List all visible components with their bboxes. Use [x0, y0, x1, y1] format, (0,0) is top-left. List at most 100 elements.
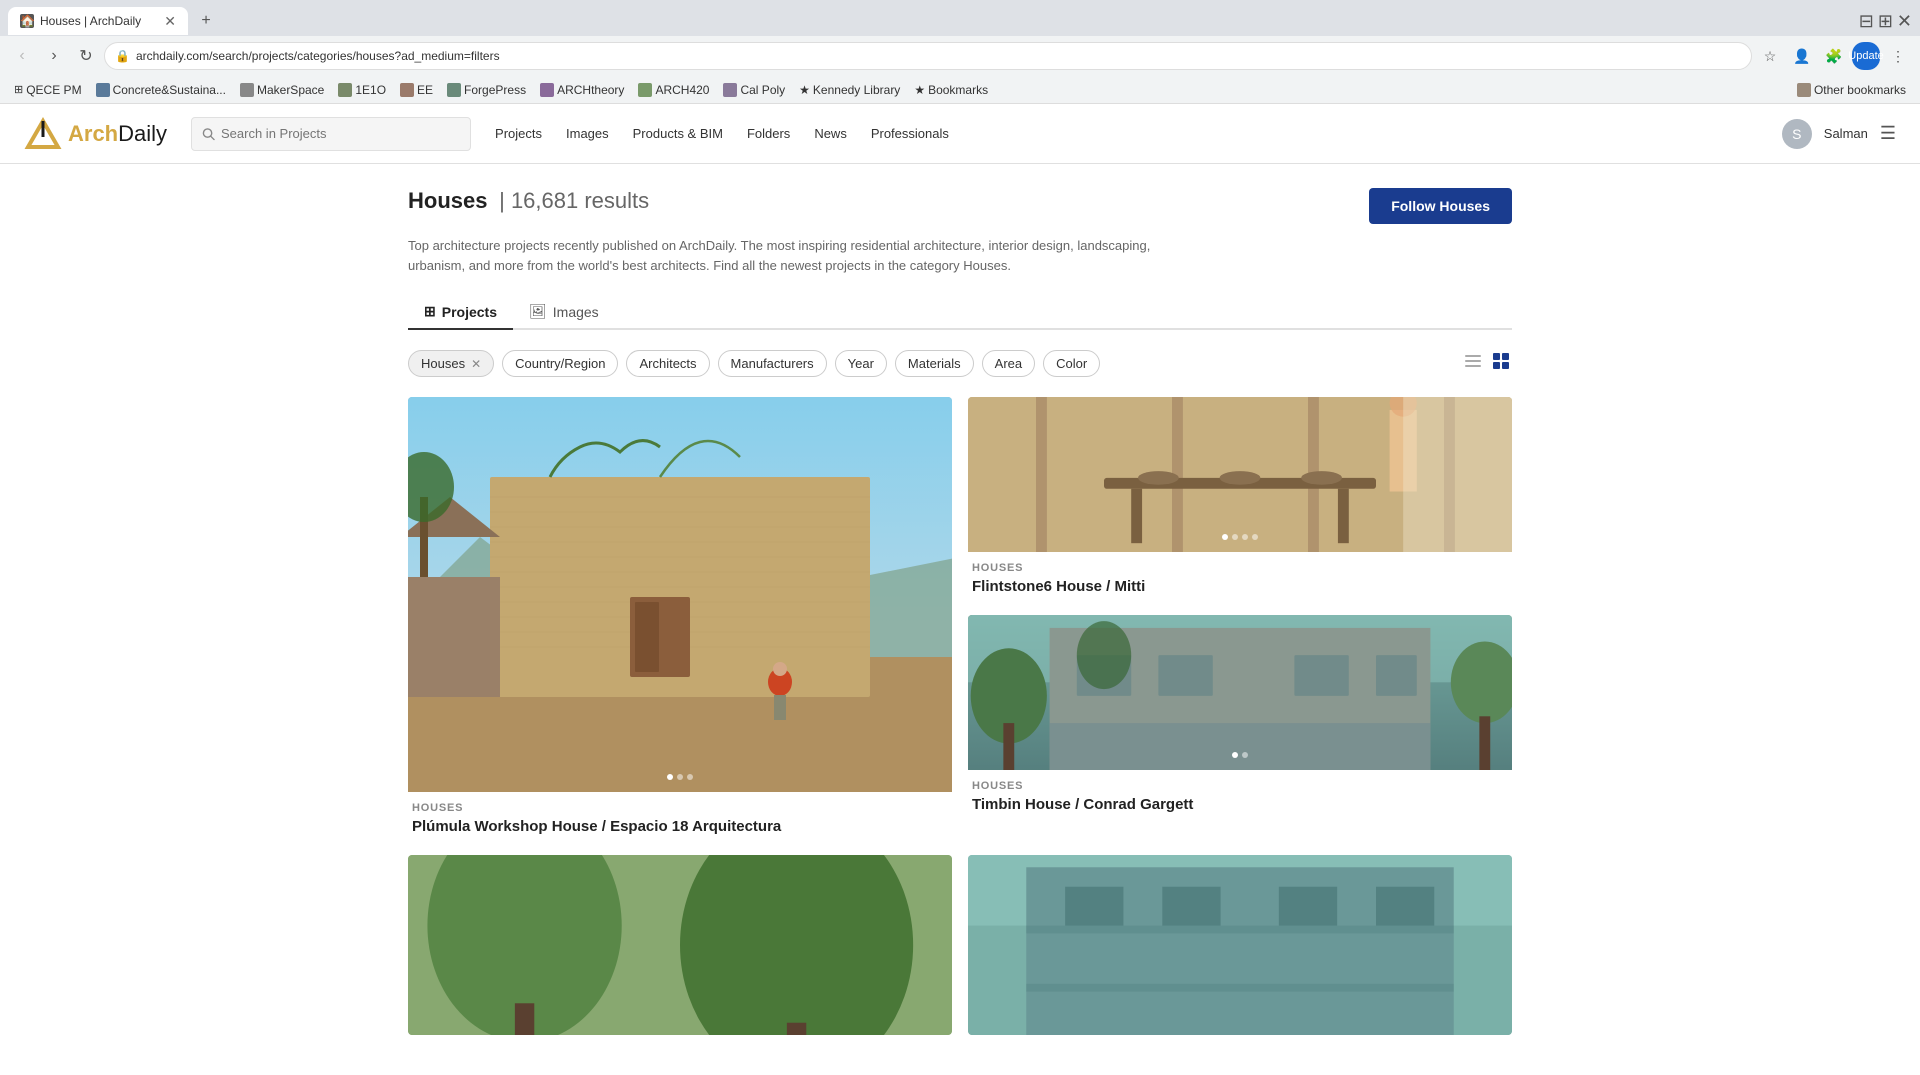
grid-view-button[interactable]: [1490, 350, 1512, 377]
nav-actions: ☆ 👤 🧩 Update ⋮: [1756, 42, 1912, 70]
nav-projects[interactable]: Projects: [495, 126, 542, 141]
bookmark-label: Concrete&Sustaina...: [113, 83, 226, 97]
project-card-side1[interactable]: HOUSES Flintstone6 House / Mitti: [968, 397, 1512, 599]
project-svg-main: [408, 397, 952, 792]
bookmark-arch420[interactable]: ARCH420: [632, 81, 715, 99]
address-text: archdaily.com/search/projects/categories…: [136, 49, 1741, 63]
search-input[interactable]: [221, 126, 460, 141]
browser-tab-active[interactable]: 🏠 Houses | ArchDaily ✕: [8, 7, 188, 35]
update-button[interactable]: Update: [1852, 42, 1880, 70]
bookmark-bookmarks[interactable]: ★ Bookmarks: [908, 81, 994, 99]
bookmark-forgepress[interactable]: ForgePress: [441, 81, 532, 99]
bookmarks-star-icon: ★: [914, 83, 925, 97]
logo-daily-text: Daily: [118, 121, 167, 147]
bookmark-concrete[interactable]: Concrete&Sustaina...: [90, 81, 232, 99]
bookmarks-bar: ⊞ QECE PM Concrete&Sustaina... MakerSpac…: [0, 76, 1920, 104]
kennedy-star-icon: ★: [799, 83, 810, 97]
bookmark-qece[interactable]: ⊞ QECE PM: [8, 81, 88, 99]
remove-filter-icon[interactable]: ✕: [471, 357, 481, 371]
filter-color[interactable]: Color: [1043, 350, 1100, 377]
page-title: Houses: [408, 188, 487, 213]
dot-2: [677, 774, 683, 780]
page-title-area: Houses | 16,681 results: [408, 188, 649, 214]
dot-3: [687, 774, 693, 780]
other-icon: [1797, 83, 1811, 97]
project-name-side2: Timbin House / Conrad Gargett: [972, 796, 1508, 813]
dot-s1-1: [1222, 534, 1228, 540]
back-button[interactable]: ‹: [8, 42, 36, 70]
project-image-wrap-main: [408, 397, 952, 792]
search-bar[interactable]: [191, 117, 471, 151]
dot-s1-4: [1252, 534, 1258, 540]
project-image-bottom2: [968, 855, 1512, 1035]
nav-folders[interactable]: Folders: [747, 126, 790, 141]
view-toggle: [1462, 350, 1512, 377]
filter-materials[interactable]: Materials: [895, 350, 974, 377]
list-view-button[interactable]: [1462, 350, 1484, 377]
bookmark-label: Bookmarks: [928, 83, 988, 97]
nav-images[interactable]: Images: [566, 126, 609, 141]
page-description: Top architecture projects recently publi…: [408, 236, 1208, 275]
project-card-bottom2[interactable]: [968, 855, 1512, 1035]
bookmark-calpoly[interactable]: Cal Poly: [717, 81, 791, 99]
site-header: Arch Daily Projects Images Products & BI…: [0, 104, 1920, 164]
close-window-button[interactable]: ✕: [1897, 11, 1912, 32]
lock-icon: 🔒: [115, 49, 130, 63]
site-logo[interactable]: Arch Daily: [24, 115, 167, 153]
nav-news[interactable]: News: [814, 126, 847, 141]
bookmark-other[interactable]: Other bookmarks: [1791, 81, 1912, 99]
ee-icon: [400, 83, 414, 97]
address-bar[interactable]: 🔒 archdaily.com/search/projects/categori…: [104, 42, 1752, 70]
project-info-side2: HOUSES Timbin House / Conrad Gargett: [968, 770, 1512, 817]
filter-manufacturers[interactable]: Manufacturers: [718, 350, 827, 377]
tab-title: Houses | ArchDaily: [40, 14, 158, 28]
bookmark-label: Cal Poly: [740, 83, 785, 97]
minimize-button[interactable]: ⊟: [1859, 11, 1874, 32]
follow-houses-button[interactable]: Follow Houses: [1369, 188, 1512, 224]
reload-button[interactable]: ↻: [72, 42, 100, 70]
dot-s2-1: [1232, 752, 1238, 758]
maximize-button[interactable]: ⊞: [1878, 11, 1893, 32]
filter-architects[interactable]: Architects: [626, 350, 709, 377]
bookmark-star-icon[interactable]: ☆: [1756, 42, 1784, 70]
filter-country-region[interactable]: Country/Region: [502, 350, 618, 377]
nav-professionals[interactable]: Professionals: [871, 126, 949, 141]
project-card-main[interactable]: HOUSES Plúmula Workshop House / Espacio …: [408, 397, 952, 839]
project-svg-bottom1: [408, 855, 952, 1035]
tab-bar: 🏠 Houses | ArchDaily ✕ + ⊟ ⊞ ✕: [0, 0, 1920, 36]
avatar[interactable]: S: [1782, 119, 1812, 149]
bookmark-label: Other bookmarks: [1814, 83, 1906, 97]
project-image-wrap-side1: [968, 397, 1512, 552]
user-name: Salman: [1824, 126, 1868, 141]
bookmark-archtheory[interactable]: ARCHtheory: [534, 81, 630, 99]
tab-projects[interactable]: ⊞ Projects: [408, 295, 513, 330]
more-menu-button[interactable]: ⋮: [1884, 42, 1912, 70]
carousel-dots-side1: [968, 528, 1512, 546]
nav-products-bim[interactable]: Products & BIM: [633, 126, 723, 141]
bookmark-1e1o[interactable]: 1E1O: [332, 81, 392, 99]
bookmark-kennedy[interactable]: ★ Kennedy Library: [793, 81, 906, 99]
profile-icon[interactable]: 👤: [1788, 42, 1816, 70]
page-wrapper: Arch Daily Projects Images Products & BI…: [0, 104, 1920, 1075]
extensions-icon[interactable]: 🧩: [1820, 42, 1848, 70]
bookmark-label: 1E1O: [355, 83, 386, 97]
tab-close-icon[interactable]: ✕: [164, 13, 176, 30]
hamburger-menu-icon[interactable]: ☰: [1880, 123, 1896, 144]
logo-arch-text: Arch: [68, 121, 118, 147]
filter-year[interactable]: Year: [835, 350, 887, 377]
projects-tab-icon: ⊞: [424, 303, 436, 320]
filter-houses[interactable]: Houses ✕: [408, 350, 494, 377]
dot-s1-3: [1242, 534, 1248, 540]
project-category-side2: HOUSES: [972, 780, 1508, 792]
tab-images[interactable]: 🖼 Images: [513, 295, 615, 330]
main-nav: Projects Images Products & BIM Folders N…: [495, 126, 1782, 141]
forward-button[interactable]: ›: [40, 42, 68, 70]
1e1o-icon: [338, 83, 352, 97]
filter-area[interactable]: Area: [982, 350, 1035, 377]
project-card-side2[interactable]: HOUSES Timbin House / Conrad Gargett: [968, 615, 1512, 817]
filters-bar: Houses ✕ Country/Region Architects Manuf…: [408, 350, 1512, 377]
bookmark-makerspace[interactable]: MakerSpace: [234, 81, 330, 99]
new-tab-button[interactable]: +: [192, 7, 220, 35]
bookmark-ee[interactable]: EE: [394, 81, 439, 99]
project-card-bottom1[interactable]: [408, 855, 952, 1035]
